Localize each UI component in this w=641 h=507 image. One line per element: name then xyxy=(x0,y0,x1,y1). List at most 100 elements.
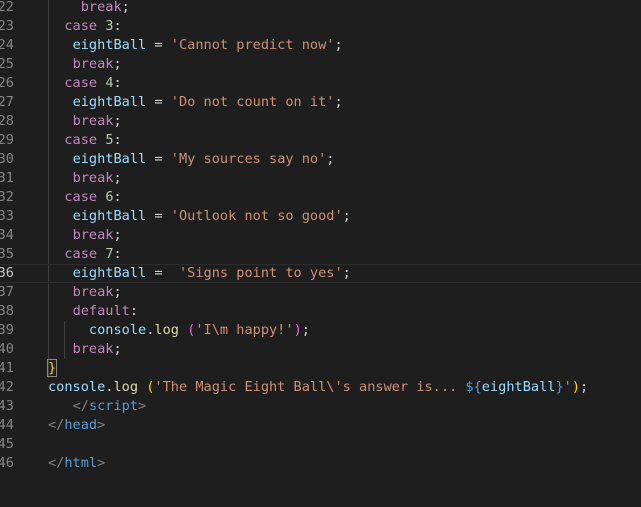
code-token: = xyxy=(146,37,171,53)
code-token: default xyxy=(72,303,130,319)
code-line[interactable]: 40 break; xyxy=(0,340,641,359)
code-token: ; xyxy=(326,151,335,167)
code-text: eightBall = 'Outlook not so good'; xyxy=(48,207,351,226)
code-text: break; xyxy=(48,283,122,302)
code-text: </script> xyxy=(48,397,147,416)
code-line[interactable]: 41} xyxy=(0,359,641,378)
code-text: </html> xyxy=(48,454,105,473)
code-line[interactable]: 28 break; xyxy=(0,112,641,131)
code-token: = xyxy=(146,265,179,281)
code-line[interactable]: 32 case 6: xyxy=(0,188,641,207)
code-token: : xyxy=(129,303,139,319)
code-line[interactable]: 39 console.log ('I\m happy!'); xyxy=(0,321,641,340)
code-token: console xyxy=(48,379,106,395)
code-token: eightBall xyxy=(72,151,147,167)
code-line[interactable]: 33 eightBall = 'Outlook not so good'; xyxy=(0,207,641,226)
code-line[interactable]: 43 </script> xyxy=(0,397,641,416)
code-token: ; xyxy=(334,94,343,110)
code-line[interactable]: 38 default: xyxy=(0,302,641,321)
line-number: 42 xyxy=(0,379,14,395)
code-token: break xyxy=(72,284,114,300)
code-token: case xyxy=(64,132,98,148)
code-line[interactable]: 29 case 5: xyxy=(0,131,641,150)
code-line[interactable]: 46 </html> xyxy=(0,454,641,473)
line-number: 35 xyxy=(0,246,14,262)
line-number: 43 xyxy=(0,398,14,414)
line-number: 31 xyxy=(0,170,14,186)
code-token: 'The Magic Eight Ball\'s answer is... xyxy=(154,379,466,395)
code-text: case 6: xyxy=(48,188,121,207)
code-line[interactable]: 22 break; xyxy=(0,0,641,17)
code-token: </ xyxy=(48,455,65,471)
code-line[interactable]: 31 break; xyxy=(0,169,641,188)
code-token: 3 xyxy=(105,18,114,34)
code-token: 'Cannot predict now' xyxy=(170,37,335,53)
code-token: eightBall xyxy=(481,379,556,395)
code-token: case xyxy=(64,189,98,205)
line-number: 30 xyxy=(0,151,14,167)
code-token: ; xyxy=(113,113,122,129)
code-text: eightBall = 'Do not count on it'; xyxy=(48,93,343,112)
code-token: > xyxy=(97,455,106,471)
code-token: break xyxy=(80,0,122,15)
code-token: console xyxy=(88,322,147,338)
code-token: : xyxy=(113,246,122,262)
line-number: 34 xyxy=(0,227,14,243)
code-line[interactable]: 30 eightBall = 'My sources say no'; xyxy=(0,150,641,169)
code-token: ; xyxy=(113,56,122,72)
line-number: 40 xyxy=(0,341,14,357)
code-line[interactable]: 42 console.log ('The Magic Eight Ball\'s … xyxy=(0,378,641,397)
code-text: default: xyxy=(48,302,138,321)
line-number: 25 xyxy=(0,56,14,72)
code-text: case 5: xyxy=(48,131,122,150)
code-line[interactable]: 26 case 4: xyxy=(0,74,641,93)
line-number: 37 xyxy=(0,284,14,300)
code-token: case xyxy=(64,75,98,91)
code-line[interactable]: 23 case 3: xyxy=(0,17,641,36)
code-token: : xyxy=(113,132,122,148)
code-line[interactable]: 34 break; xyxy=(0,226,641,245)
code-token: : xyxy=(113,18,122,34)
code-text: eightBall = 'Signs point to yes'; xyxy=(48,265,351,282)
code-text: case 3: xyxy=(48,17,122,36)
line-number: 39 xyxy=(0,322,14,338)
code-line[interactable]: 35 case 7: xyxy=(0,245,641,264)
line-number: 27 xyxy=(0,94,14,110)
code-token: break xyxy=(72,113,114,129)
code-token: ; xyxy=(301,322,310,338)
line-number: 44 xyxy=(0,417,14,433)
code-line[interactable]: 25 break; xyxy=(0,55,641,74)
code-token: ; xyxy=(113,170,122,186)
code-text: case 7: xyxy=(48,245,122,264)
code-line[interactable]: 36 eightBall = 'Signs point to yes'; xyxy=(0,264,641,283)
code-token: </ xyxy=(48,417,65,433)
line-number: 23 xyxy=(0,18,14,34)
code-text: break; xyxy=(48,226,122,245)
code-line[interactable]: 27 eightBall = 'Do not count on it'; xyxy=(0,93,641,112)
code-token: 5 xyxy=(105,132,114,148)
code-token: eightBall xyxy=(72,37,147,53)
code-line[interactable]: 24 eightBall = 'Cannot predict now'; xyxy=(0,36,641,55)
line-number: 26 xyxy=(0,75,14,91)
code-text: break; xyxy=(48,112,122,131)
code-line[interactable]: 45 xyxy=(0,435,641,454)
code-token: ; xyxy=(342,208,351,224)
code-editor[interactable]: 22 break; 23 case 3: 24 eightBall = 'Canno… xyxy=(0,0,641,507)
code-line[interactable]: 37 break; xyxy=(0,283,641,302)
code-token: break xyxy=(72,227,114,243)
line-number: 22 xyxy=(0,0,14,15)
code-token: ' xyxy=(563,379,572,395)
code-text: case 4: xyxy=(48,74,121,93)
code-text: </head> xyxy=(48,416,105,435)
code-line[interactable]: 44 </head> xyxy=(0,416,641,435)
